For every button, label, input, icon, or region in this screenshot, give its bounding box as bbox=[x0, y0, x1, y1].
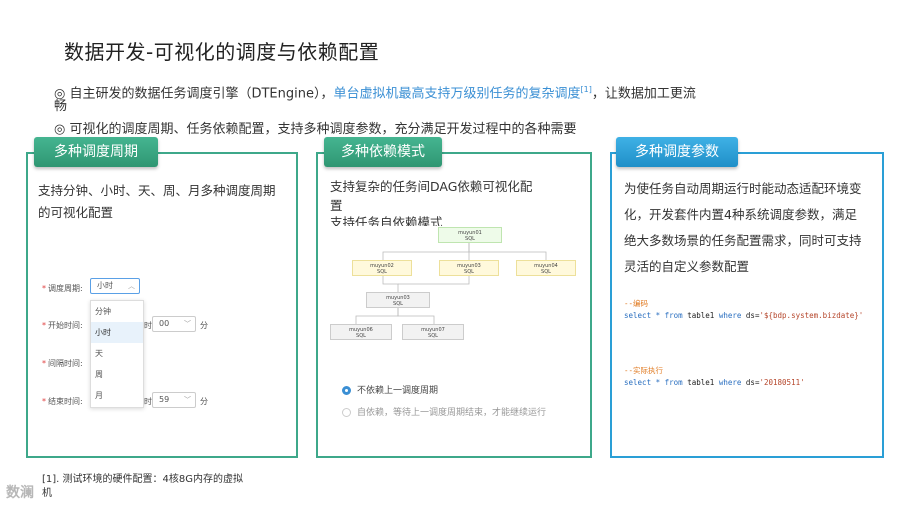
brand-logo: 数澜 bbox=[6, 485, 34, 501]
label-interval-time: * 间隔时间: bbox=[42, 359, 83, 368]
bullet-engine: ◎ 自主研发的数据任务调度引擎（DTEngine），单台虚拟机最高支持万级别任务… bbox=[54, 82, 696, 102]
bullet-engine-suffix: ，让数据加工更流 bbox=[591, 86, 696, 102]
chevron-down-icon: ﹀ bbox=[184, 396, 191, 404]
option-day[interactable]: 天 bbox=[91, 343, 143, 364]
panel2-text-line1: 支持复杂的任务间DAG依赖可视化配 bbox=[330, 179, 533, 194]
dag-node-muyun06[interactable]: muyun06 SQL bbox=[330, 324, 392, 340]
tab-schedule-params: 多种调度参数 bbox=[616, 137, 738, 167]
label-end-time: * 结束时间: bbox=[42, 397, 83, 406]
tab-dependency-mode: 多种依赖模式 bbox=[324, 137, 442, 167]
radio-checked-icon bbox=[342, 386, 351, 395]
dag-node-muyun03[interactable]: muyun03 SQL bbox=[439, 260, 499, 276]
select-end-minute[interactable]: 59 ﹀ bbox=[152, 392, 196, 408]
radio-self-dependency[interactable]: 自依赖，等待上一调度周期结束，才能继续运行 bbox=[342, 405, 546, 418]
panel3-line4: 灵活的自定义参数配置 bbox=[624, 259, 750, 274]
option-minute[interactable]: 分钟 bbox=[91, 301, 143, 322]
bullet-engine-wrap: 畅 bbox=[54, 99, 68, 114]
dag-node-muyun03-center[interactable]: muyun03 SQL bbox=[366, 292, 430, 308]
dag-node-muyun01[interactable]: muyun01 SQL bbox=[438, 227, 502, 243]
chevron-up-icon: ︿ bbox=[128, 282, 135, 290]
end-minute-unit: 分 bbox=[200, 397, 208, 406]
code-comment-encode: --编码 bbox=[624, 299, 649, 308]
page-title: 数据开发-可视化的调度与依赖配置 bbox=[64, 40, 380, 64]
bullet-visual-config: ◎ 可视化的调度周期、任务依赖配置，支持多种调度参数，充分满足开发过程中的各种需… bbox=[54, 122, 577, 137]
end-hour-unit: 时 bbox=[144, 397, 152, 406]
dag-node-muyun02[interactable]: muyun02 SQL bbox=[352, 260, 412, 276]
panel1-text-line1: 支持分钟、小时、天、周、月多种调度周期 bbox=[38, 183, 276, 198]
footnote-ref[interactable]: [1] bbox=[581, 85, 592, 94]
option-month[interactable]: 月 bbox=[91, 385, 143, 406]
code-comment-exec: --实际执行 bbox=[624, 366, 664, 375]
label-schedule-period: * 调度周期: bbox=[42, 284, 83, 293]
panel1-text-line2: 的可视化配置 bbox=[38, 205, 114, 220]
radio-unchecked-icon bbox=[342, 408, 351, 417]
code-line-exec: select * from table1 where ds='20180511' bbox=[624, 378, 805, 387]
panel3-line2: 化，开发套件内置4种系统调度参数，满足 bbox=[624, 207, 857, 222]
panel3-line3: 绝大多数场景的任务配置需求，同时可支持 bbox=[624, 233, 862, 248]
start-minute-unit: 分 bbox=[200, 321, 208, 330]
tab-schedule-period: 多种调度周期 bbox=[34, 137, 158, 167]
bullet-engine-highlight: 单台虚拟机最高支持万级别任务的复杂调度 bbox=[333, 86, 581, 102]
start-hour-unit: 时 bbox=[144, 321, 152, 330]
panel3-description: 为使任务自动周期运行时能动态适配环境变 化，开发套件内置4种系统调度参数，满足 … bbox=[624, 176, 862, 280]
code-line-encode: select * from table1 where ds='${bdp.sys… bbox=[624, 311, 864, 320]
label-start-time: * 开始时间: bbox=[42, 321, 83, 330]
footnote-line2: 机 bbox=[42, 488, 52, 499]
bullet-engine-prefix: ◎ 自主研发的数据任务调度引擎（DTEngine）， bbox=[54, 86, 334, 102]
radio-no-dependency[interactable]: 不依赖上一调度周期 bbox=[342, 383, 438, 396]
dag-node-muyun07[interactable]: muyun07 SQL bbox=[402, 324, 464, 340]
period-dropdown: 分钟 小时 天 周 月 bbox=[90, 300, 144, 408]
footnote: [1]. 测试环境的硬件配置：4核8G内存的虚拟 机 bbox=[42, 473, 243, 501]
select-schedule-period[interactable]: 小时 ︿ bbox=[90, 278, 140, 294]
option-week[interactable]: 周 bbox=[91, 364, 143, 385]
footnote-line1: [1]. 测试环境的硬件配置：4核8G内存的虚拟 bbox=[42, 474, 243, 485]
panel3-line1: 为使任务自动周期运行时能动态适配环境变 bbox=[624, 181, 862, 196]
chevron-down-icon: ﹀ bbox=[184, 320, 191, 328]
option-hour[interactable]: 小时 bbox=[91, 322, 143, 343]
dag-node-muyun04[interactable]: muyun04 SQL bbox=[516, 260, 576, 276]
select-start-minute[interactable]: 00 ﹀ bbox=[152, 316, 196, 332]
